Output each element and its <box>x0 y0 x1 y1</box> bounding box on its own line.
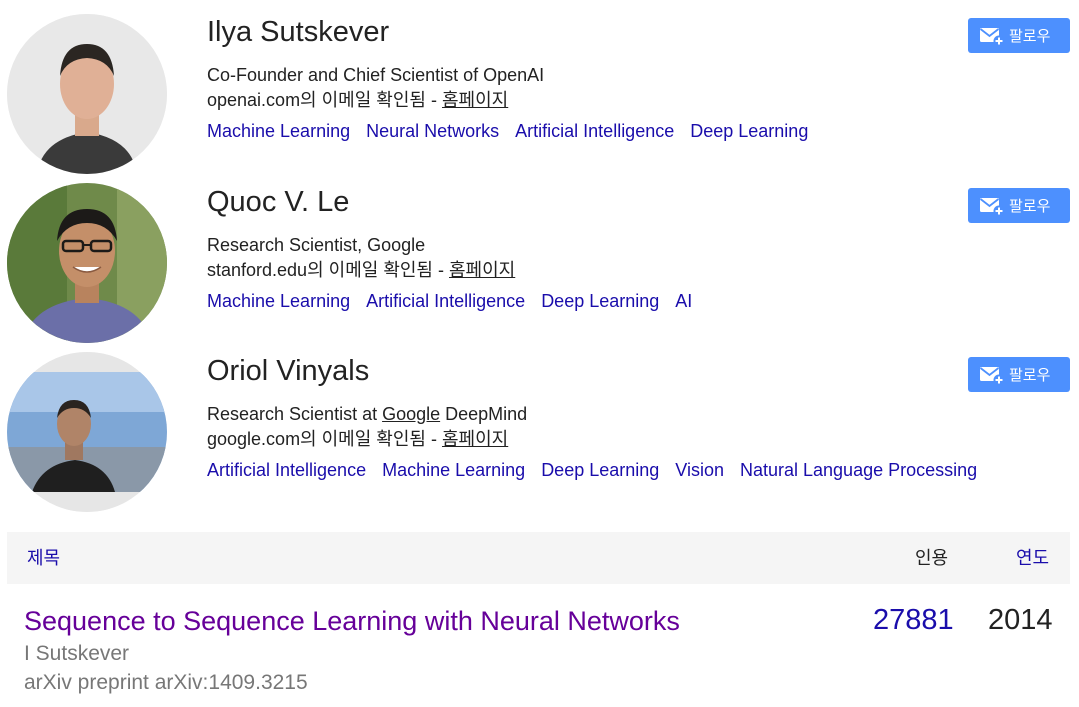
research-interests: Machine Learning Artificial Intelligence D… <box>207 289 708 313</box>
interest-link[interactable]: Deep Learning <box>541 291 659 311</box>
homepage-link[interactable]: 홈페이지 <box>442 429 508 449</box>
mail-plus-icon <box>979 25 1005 47</box>
author-name[interactable]: Quoc V. Le <box>207 184 349 220</box>
affiliation-link[interactable]: Google <box>382 404 440 424</box>
author-card-3: Oriol Vinyals Research Scientist at Goog… <box>0 339 1079 512</box>
interest-link[interactable]: Deep Learning <box>690 121 808 141</box>
interest-link[interactable]: Neural Networks <box>366 121 499 141</box>
email-verified-text: google.com의 이메일 확인됨 - <box>207 429 442 449</box>
mail-plus-icon <box>979 195 1005 217</box>
interest-link[interactable]: Machine Learning <box>382 460 525 480</box>
author-name[interactable]: Oriol Vinyals <box>207 353 369 389</box>
author-card-1: Ilya Sutskever Co-Founder and Chief Scie… <box>0 0 1079 174</box>
email-verified-text: stanford.edu의 이메일 확인됨 - <box>207 260 449 280</box>
sort-by-title[interactable]: 제목 <box>27 546 60 570</box>
interest-link[interactable]: AI <box>675 291 692 311</box>
author-photo-2[interactable] <box>7 183 167 343</box>
email-verified-text: openai.com의 이메일 확인됨 - <box>207 90 442 110</box>
citation-count-link[interactable]: 27881 <box>873 602 954 638</box>
homepage-link[interactable]: 홈페이지 <box>449 260 515 280</box>
affiliation-text: DeepMind <box>440 404 528 424</box>
follow-button[interactable]: 팔로우 <box>968 18 1070 53</box>
interest-link[interactable]: Machine Learning <box>207 291 350 311</box>
paper-venue: arXiv preprint arXiv:1409.3215 <box>24 671 308 694</box>
sort-by-year[interactable]: 연도 <box>1016 546 1049 570</box>
cited-by-header: 인용 <box>915 548 949 568</box>
table-row: Sequence to Sequence Learning with Neura… <box>7 600 1070 707</box>
mail-plus-icon <box>979 364 1005 386</box>
paper-year: 2014 <box>988 604 1053 636</box>
interest-link[interactable]: Vision <box>675 460 724 480</box>
homepage-link[interactable]: 홈페이지 <box>442 90 508 110</box>
interest-link[interactable]: Natural Language Processing <box>740 460 977 480</box>
interest-link[interactable]: Artificial Intelligence <box>366 291 525 311</box>
follow-button[interactable]: 팔로우 <box>968 357 1070 392</box>
research-interests: Artificial Intelligence Machine Learning D… <box>207 458 993 482</box>
email-verified: google.com의 이메일 확인됨 - 홈페이지 <box>207 427 508 451</box>
author-affiliation: Research Scientist at Google DeepMind <box>207 402 527 426</box>
interest-link[interactable]: Artificial Intelligence <box>515 121 674 141</box>
author-card-2: Quoc V. Le Research Scientist, Google st… <box>0 170 1079 343</box>
author-affiliation: Research Scientist, Google <box>207 233 425 257</box>
author-name[interactable]: Ilya Sutskever <box>207 14 389 50</box>
follow-label: 팔로우 <box>1009 198 1051 215</box>
follow-button[interactable]: 팔로우 <box>968 188 1070 223</box>
research-interests: Machine Learning Neural Networks Artificia… <box>207 119 824 143</box>
affiliation-text: Research Scientist at <box>207 404 383 424</box>
email-verified: openai.com의 이메일 확인됨 - 홈페이지 <box>207 88 508 112</box>
author-photo-3[interactable] <box>7 352 167 512</box>
author-affiliation: Co-Founder and Chief Scientist of OpenAI <box>207 63 544 87</box>
follow-label: 팔로우 <box>1009 367 1051 384</box>
author-photo-1[interactable] <box>7 14 167 174</box>
follow-label: 팔로우 <box>1009 28 1051 45</box>
email-verified: stanford.edu의 이메일 확인됨 - 홈페이지 <box>207 258 515 282</box>
interest-link[interactable]: Machine Learning <box>207 121 350 141</box>
affiliation-text: Research Scientist, Google <box>207 235 426 255</box>
affiliation-text: Co-Founder and Chief Scientist of OpenAI <box>207 65 545 85</box>
interest-link[interactable]: Artificial Intelligence <box>207 460 366 480</box>
paper-authors: I Sutskever <box>24 642 130 665</box>
articles-table-header: 제목 인용 연도 <box>7 532 1070 584</box>
interest-link[interactable]: Deep Learning <box>541 460 659 480</box>
paper-title-link[interactable]: Sequence to Sequence Learning with Neura… <box>24 604 680 638</box>
